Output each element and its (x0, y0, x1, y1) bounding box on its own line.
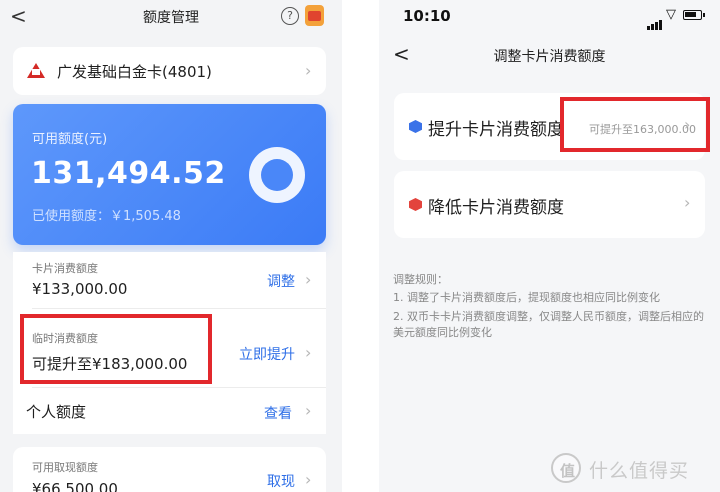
view-button[interactable]: 查看 (264, 403, 292, 423)
battery-icon (683, 10, 705, 20)
rule-line: 1. 调整了卡片消费额度后，提现额度也相应同比例变化 (393, 291, 660, 304)
cash-limit-card[interactable]: 可用取现额度 ¥66,500.00 取现 › (13, 447, 326, 492)
watermark-logo-icon: 值 (551, 453, 581, 483)
usage-donut-chart (249, 147, 305, 203)
rules-title: 调整规则： (393, 273, 448, 286)
row-sublabel: 卡片消费额度 (32, 262, 98, 275)
row-sublabel: 可用取现额度 (32, 461, 98, 474)
bank-card-selector[interactable]: 广发基础白金卡(4801) › (13, 47, 326, 95)
divider (32, 387, 326, 388)
highlight-box (560, 97, 710, 152)
row-value: ¥133,000.00 (32, 280, 128, 298)
help-icon[interactable]: ? (281, 7, 299, 25)
left-screen: < 额度管理 ? 广发基础白金卡(4801) › 可用额度(元) 131,494… (0, 0, 342, 492)
chevron-right-icon: › (305, 343, 312, 362)
row-value: 个人额度 (26, 403, 87, 421)
lower-hexagon-icon (409, 198, 422, 211)
used-limit-label: 已使用额度：￥1,505.48 (32, 209, 181, 224)
watermark-text: 什么值得买 (589, 460, 690, 482)
top-bar: < 额度管理 ? (0, 0, 342, 34)
status-time: 10:10 (403, 7, 451, 25)
chevron-right-icon: › (305, 401, 312, 420)
chevron-right-icon: › (305, 61, 312, 80)
chevron-right-icon: › (305, 270, 312, 289)
bank-logo-icon (27, 63, 45, 78)
card-name: 广发基础白金卡(4801) (57, 63, 212, 81)
divider (32, 308, 326, 309)
lower-limit-option[interactable]: 降低卡片消费额度 › (394, 171, 705, 238)
chevron-right-icon: › (684, 193, 691, 212)
credit-summary-card: 可用额度(元) 131,494.52 已使用额度：￥1,505.48 (13, 104, 326, 245)
signal-icon (647, 11, 663, 30)
rule-line: 2. 双币卡卡片消费额度调整，仅调整人民币额度，调整后相应的美元额度同比例变化 (393, 310, 704, 339)
page-title: 调整卡片消费额度 (493, 49, 606, 65)
available-limit-amount: 131,494.52 (31, 156, 226, 191)
wifi-icon: ▽ (666, 7, 676, 22)
right-screen: 10:10 ▽ < 调整卡片消费额度 提升卡片消费额度 可提升至163,000.… (379, 0, 720, 492)
gift-icon[interactable] (305, 5, 324, 26)
raise-hexagon-icon (409, 120, 422, 133)
raise-now-button[interactable]: 立即提升 (239, 344, 295, 364)
row-value: ¥66,500.00 (32, 480, 118, 492)
personal-limit-row[interactable]: 个人额度 查看 › (13, 389, 326, 434)
card-spending-limit-row[interactable]: 卡片消费额度 ¥133,000.00 调整 › (13, 252, 326, 306)
highlight-box (20, 314, 212, 384)
available-limit-label: 可用额度(元) (32, 132, 108, 147)
option-label: 降低卡片消费额度 (428, 198, 564, 218)
adjust-button[interactable]: 调整 (267, 271, 295, 291)
withdraw-button[interactable]: 取现 (267, 471, 295, 491)
option-label: 提升卡片消费额度 (428, 120, 564, 140)
chevron-right-icon: › (305, 470, 312, 489)
